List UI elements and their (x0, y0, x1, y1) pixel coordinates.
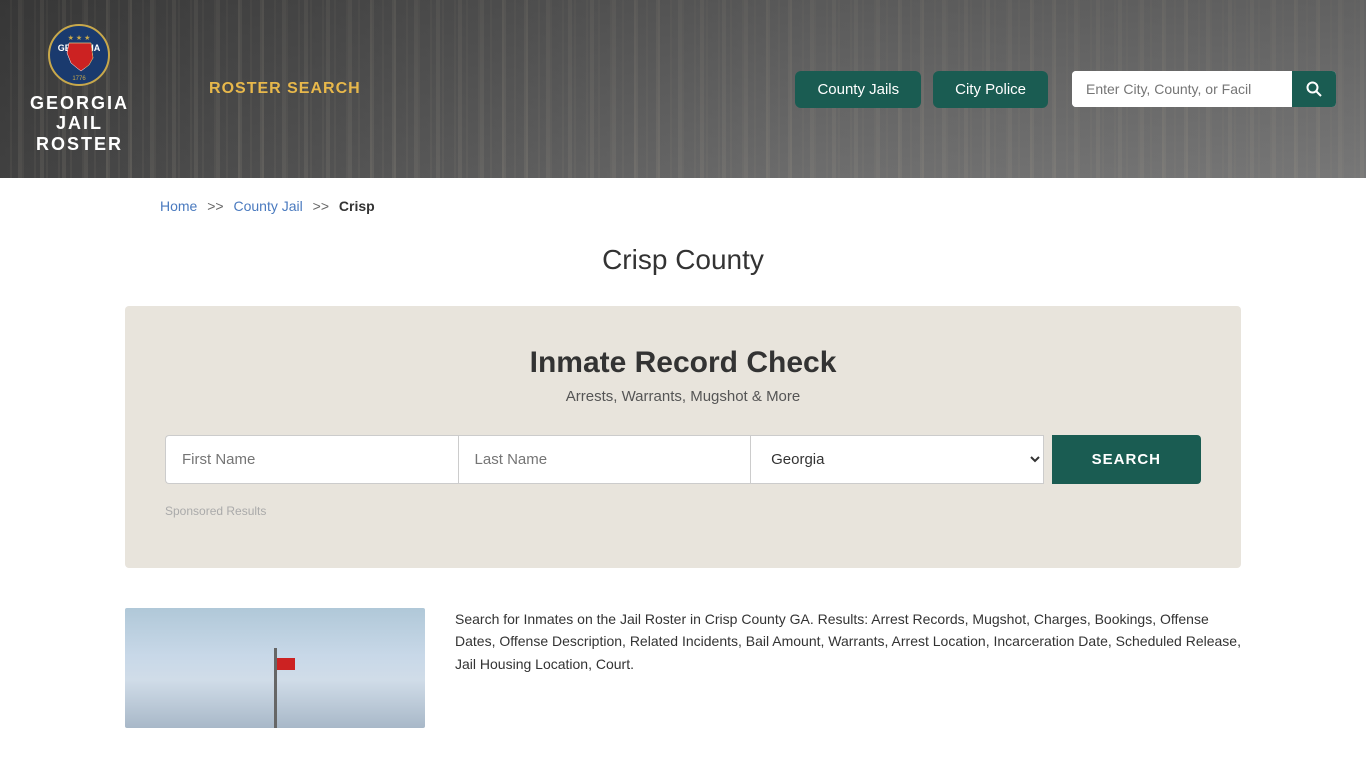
last-name-input[interactable] (458, 435, 751, 484)
breadcrumb-current: Crisp (339, 198, 375, 214)
roster-search-link[interactable]: ROSTER SEARCH (209, 80, 361, 98)
page-title-area: Crisp County (0, 234, 1366, 306)
state-select[interactable]: Georgia Alabama Florida Tennessee (750, 435, 1044, 484)
record-check-box: Inmate Record Check Arrests, Warrants, M… (125, 306, 1241, 568)
county-jails-button[interactable]: County Jails (795, 71, 921, 108)
breadcrumb: Home >> County Jail >> Crisp (0, 178, 1366, 234)
record-search-button[interactable]: SEARCH (1052, 435, 1201, 484)
logo-area: GEORGIA ★ ★ ★ 1776 GEORGIA JAIL ROSTER (30, 23, 129, 156)
sponsored-results-label: Sponsored Results (165, 504, 1201, 518)
header-search-button[interactable] (1292, 71, 1336, 107)
first-name-input[interactable] (165, 435, 458, 484)
breadcrumb-sep-2: >> (313, 198, 329, 214)
breadcrumb-home[interactable]: Home (160, 198, 197, 214)
header-search-bar (1072, 71, 1336, 107)
page-title: Crisp County (0, 244, 1366, 276)
record-check-title: Inmate Record Check (165, 346, 1201, 380)
georgia-seal-icon: GEORGIA ★ ★ ★ 1776 (47, 23, 112, 88)
nav-buttons: County Jails City Police (795, 71, 1336, 108)
county-description: Search for Inmates on the Jail Roster in… (455, 608, 1241, 728)
search-icon (1306, 81, 1322, 97)
logo-georgia: GEORGIA (30, 94, 129, 114)
breadcrumb-county-jail[interactable]: County Jail (234, 198, 303, 214)
county-image (125, 608, 425, 728)
record-check-subtitle: Arrests, Warrants, Mugshot & More (165, 388, 1201, 405)
svg-text:1776: 1776 (72, 76, 86, 82)
site-header: GEORGIA ★ ★ ★ 1776 GEORGIA JAIL ROSTER R… (0, 0, 1366, 178)
record-check-form: Georgia Alabama Florida Tennessee SEARCH (165, 435, 1201, 484)
header-search-input[interactable] (1072, 71, 1292, 107)
logo-roster: ROSTER (36, 134, 123, 155)
flag-pole-decoration (274, 648, 277, 728)
city-police-button[interactable]: City Police (933, 71, 1048, 108)
logo-jail: JAIL (56, 113, 103, 134)
bottom-section: Search for Inmates on the Jail Roster in… (0, 578, 1366, 758)
nav-area: ROSTER SEARCH County Jails City Police (169, 71, 1336, 108)
svg-text:★ ★ ★: ★ ★ ★ (68, 34, 91, 42)
breadcrumb-sep-1: >> (207, 198, 223, 214)
